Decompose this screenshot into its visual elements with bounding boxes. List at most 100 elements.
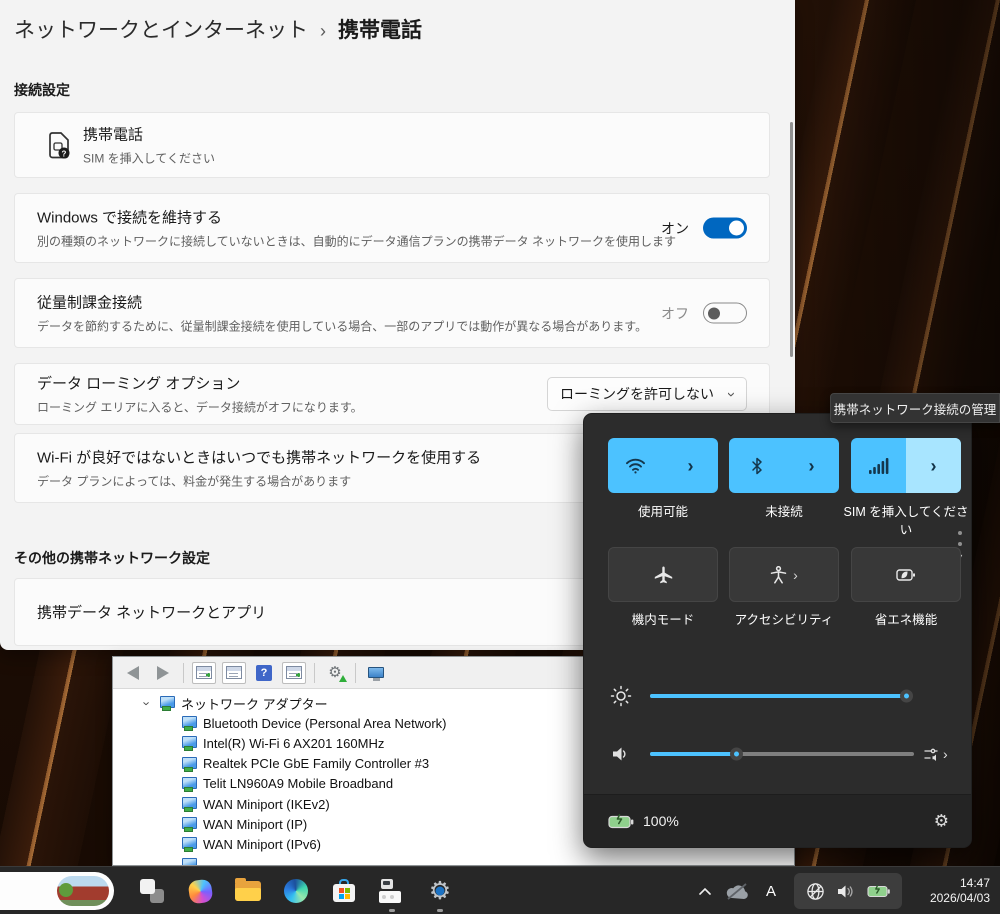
breadcrumb-network-internet[interactable]: ネットワークとインターネット (14, 14, 308, 44)
brightness-icon (608, 685, 634, 707)
desktop: ネットワークとインターネット › 携帯電話 接続設定 ? 携帯電話 SIM を挿… (0, 0, 1000, 914)
metered-title: 従量制課金接続 (37, 292, 647, 313)
metered-state-label: オフ (661, 303, 689, 323)
volume-slider-thumb[interactable] (730, 748, 743, 761)
brightness-slider-thumb[interactable] (900, 690, 913, 703)
pager-dot[interactable] (958, 531, 962, 535)
settings-scrollbar[interactable] (790, 122, 793, 357)
sim-card-title: 携帯電話 (83, 124, 215, 145)
network-adapter-icon (181, 736, 197, 750)
devices-by-type-button[interactable] (282, 662, 306, 684)
tree-item-label: Realtek PCIe GbE Family Controller #3 (203, 756, 429, 771)
edge-button[interactable] (272, 867, 320, 914)
volume-fill (650, 752, 734, 756)
forward-button[interactable] (151, 662, 175, 684)
volume-slider[interactable] (650, 752, 914, 756)
roaming-title: データ ローミング オプション (37, 373, 363, 394)
network-adapter-icon (181, 777, 197, 791)
device-manager-button[interactable] (368, 867, 416, 914)
microsoft-store-button[interactable] (320, 867, 368, 914)
cellular-expand-half[interactable]: › (906, 438, 961, 493)
audio-output-selector[interactable]: › (924, 747, 948, 762)
roaming-dropdown[interactable]: ローミングを許可しない › (547, 377, 747, 411)
chevron-up-icon (699, 888, 711, 895)
brightness-row (584, 681, 971, 711)
breadcrumb: ネットワークとインターネット › 携帯電話 (14, 14, 422, 44)
no-internet-globe-icon (806, 882, 825, 901)
accessibility-tile[interactable]: › (729, 547, 839, 602)
properties-button[interactable] (222, 662, 246, 684)
roaming-dropdown-value: ローミングを許可しない (560, 384, 714, 404)
tree-item-label: WAN Miniport (IP) (203, 817, 307, 832)
wifi-toggle-half[interactable] (608, 438, 663, 493)
tree-node-label: ネットワーク アダプター (181, 694, 328, 713)
file-explorer-button[interactable] (224, 867, 272, 914)
roaming-description: ローミング エリアに入ると、データ接続がオフになります。 (37, 399, 363, 416)
airplane-tile-label: 機内モード (598, 611, 728, 629)
volume-icon (608, 746, 634, 762)
wifi-expand-half[interactable]: › (663, 438, 718, 493)
ime-mode-indicator[interactable]: A (754, 883, 788, 900)
widget-thumbnail-image (57, 876, 109, 906)
task-view-icon (140, 879, 164, 903)
energy-saver-tile[interactable] (851, 547, 961, 602)
cellular-apps-title: 携帯データ ネットワークとアプリ (37, 602, 266, 623)
tray-overflow-button[interactable] (690, 888, 720, 895)
bluetooth-tile[interactable]: › (729, 438, 839, 493)
bluetooth-icon (751, 457, 763, 475)
section-connection-settings: 接続設定 (14, 80, 70, 100)
keep-connected-title: Windows で接続を維持する (37, 207, 676, 228)
accessibility-icon (770, 566, 787, 584)
taskbar-app-icons: ⚙ (128, 867, 464, 914)
taskbar: ⚙ A (0, 866, 1000, 914)
widgets-button[interactable] (0, 872, 114, 910)
chevron-down-icon: › (723, 392, 740, 397)
chevron-right-icon: › (931, 457, 937, 475)
back-button[interactable] (121, 662, 145, 684)
task-view-button[interactable] (128, 867, 176, 914)
bluetooth-toggle-half[interactable] (729, 438, 784, 493)
update-driver-button[interactable] (364, 662, 388, 684)
tree-item-label: WAN Miniport (IKEv2) (203, 797, 330, 812)
keep-connected-description: 別の種類のネットワークに接続していないときは、自動的にデータ通信プランの携帯デー… (37, 233, 676, 250)
battery-charging-icon (608, 814, 634, 829)
show-console-tree-button[interactable] (192, 662, 216, 684)
scan-hardware-changes-button[interactable]: ⚙ (323, 662, 347, 684)
taskbar-clock[interactable]: 14:47 2026/04/03 (908, 876, 1000, 906)
sim-card-subtitle: SIM を挿入してください (83, 150, 215, 167)
bluetooth-tile-label: 未接続 (719, 503, 849, 521)
volume-row: › (584, 739, 971, 769)
tree-graphic (59, 883, 73, 897)
cellular-tile[interactable]: › (851, 438, 961, 493)
clock-time: 14:47 (908, 876, 990, 891)
tree-expand-icon[interactable]: › (140, 697, 155, 709)
battery-status[interactable]: 100% (608, 813, 679, 829)
keep-connected-state-label: オン (661, 218, 689, 238)
sim-card-icon: ? (45, 130, 73, 160)
cellular-tooltip: 携帯ネットワーク接続の管理 (830, 393, 1000, 423)
tree-item-label: Telit LN960A9 Mobile Broadband (203, 776, 393, 791)
quick-settings-tray-button[interactable] (794, 873, 902, 909)
onedrive-tray-button[interactable] (720, 883, 754, 900)
bluetooth-expand-half[interactable]: › (784, 438, 839, 493)
metered-toggle[interactable] (703, 303, 747, 324)
cellular-toggle-half[interactable] (851, 438, 906, 493)
onedrive-paused-icon (725, 883, 749, 900)
wifi-tile[interactable]: › (608, 438, 718, 493)
settings-button[interactable]: ⚙ (416, 867, 464, 914)
airplane-mode-tile[interactable] (608, 547, 718, 602)
copilot-button[interactable] (176, 867, 224, 914)
wifi-fallback-title: Wi-Fi が良好ではないときはいつでも携帯ネットワークを使用する (37, 447, 481, 468)
tree-item-partial[interactable] (113, 855, 794, 866)
chevron-right-icon: › (688, 457, 694, 475)
section-other-cellular-settings: その他の携帯ネットワーク設定 (14, 548, 210, 568)
file-explorer-icon (235, 881, 261, 901)
pager-dot[interactable] (958, 542, 962, 546)
brightness-slider[interactable] (650, 694, 912, 698)
help-button[interactable]: ? (252, 662, 276, 684)
network-adapter-icon (181, 757, 197, 771)
tray-battery-icon (867, 885, 890, 898)
keep-connected-toggle[interactable] (703, 218, 747, 239)
keep-connected-card: Windows で接続を維持する 別の種類のネットワークに接続していないときは、… (14, 193, 770, 263)
quick-settings-gear-icon[interactable]: ⚙ (934, 813, 949, 830)
